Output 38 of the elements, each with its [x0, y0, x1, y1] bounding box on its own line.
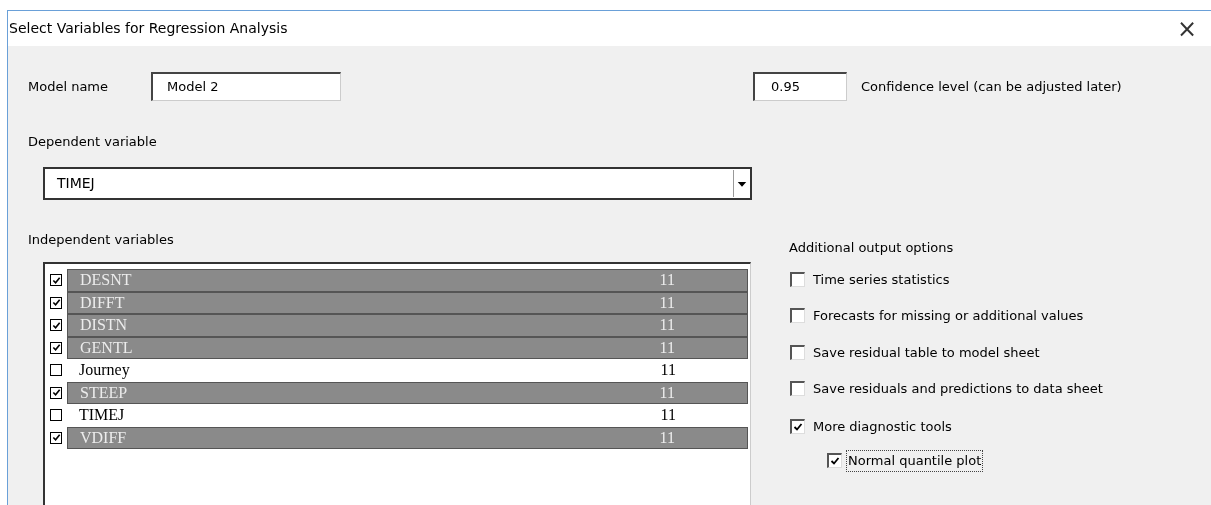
option-label: Save residual table to model sheet: [813, 343, 1040, 362]
checkbox[interactable]: [50, 274, 62, 287]
checkbox[interactable]: [50, 364, 62, 377]
window-title: Select Variables for Regression Analysis: [9, 19, 288, 38]
checkmark-icon: [830, 456, 840, 467]
checkbox[interactable]: [790, 344, 805, 360]
checkmark-icon: [51, 433, 61, 443]
checkbox[interactable]: [50, 341, 62, 354]
model-name-field[interactable]: Model 2: [151, 72, 341, 101]
option-label: Forecasts for missing or additional values: [813, 307, 1084, 325]
model-name-label: Model name: [28, 77, 110, 96]
checkbox[interactable]: [790, 381, 805, 397]
dependent-variable-dropdown[interactable]: TIMEJ: [43, 166, 752, 200]
checkmark-icon: [51, 320, 61, 330]
checkmark-icon: [51, 275, 61, 285]
checkmark-icon: [793, 421, 803, 432]
independent-variables-label: Independent variables: [28, 230, 174, 249]
checkbox[interactable]: [50, 296, 62, 309]
option-label: Save residuals and predictions to data sheet: [813, 380, 1103, 398]
confidence-label: Confidence level (can be adjusted later): [861, 77, 1122, 96]
checkbox[interactable]: [50, 431, 62, 444]
checkmark-icon: [51, 298, 61, 308]
checkbox[interactable]: [790, 271, 805, 287]
checkbox[interactable]: [790, 418, 805, 434]
checkbox[interactable]: [50, 386, 62, 399]
checkbox[interactable]: [50, 409, 62, 422]
checkbox[interactable]: [790, 308, 805, 324]
dependent-variable-label: Dependent variable: [28, 133, 157, 151]
confidence-field[interactable]: 0.95: [753, 72, 847, 101]
checkbox[interactable]: [50, 319, 62, 332]
option-label: Normal quantile plot: [846, 450, 984, 472]
close-button[interactable]: ×: [1176, 16, 1197, 41]
checkbox[interactable]: [827, 453, 842, 469]
option-label: More diagnostic tools: [813, 417, 952, 436]
option-label: Time series statistics: [813, 270, 950, 289]
output-options-label: Additional output options: [789, 239, 954, 257]
checkmark-icon: [51, 388, 61, 398]
checkmark-icon: [51, 343, 61, 353]
